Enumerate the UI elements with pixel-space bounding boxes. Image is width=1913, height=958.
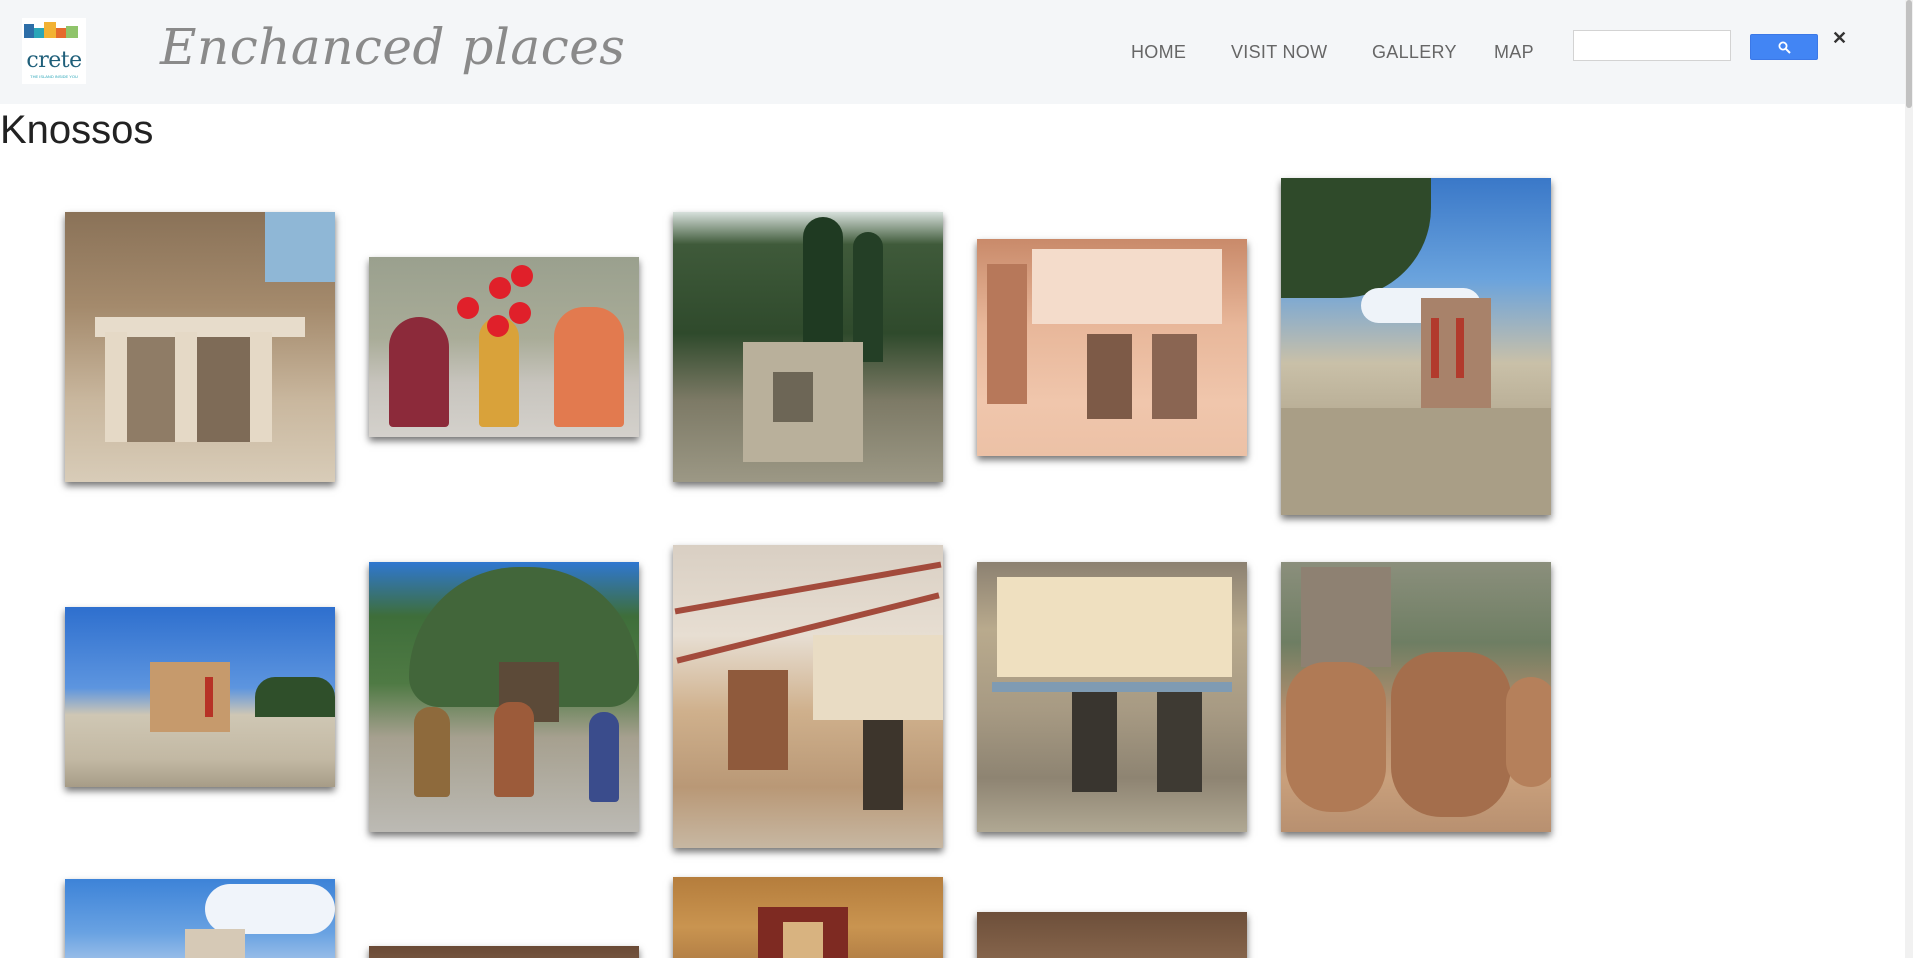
logo-word: crete — [26, 48, 82, 73]
image-ground — [1281, 408, 1551, 515]
image-dancer — [389, 317, 449, 427]
search-button[interactable] — [1750, 34, 1818, 60]
image-frieze — [992, 682, 1232, 692]
site-header: crete THE ISLAND INSIDE YOU Enchanced pl… — [0, 0, 1905, 104]
image-doorway — [863, 720, 903, 810]
image-pillar — [250, 332, 272, 442]
image-red-ball — [487, 315, 509, 337]
image-fresco — [1032, 249, 1222, 324]
logo-block-yellow — [44, 22, 56, 38]
image-red-ball — [457, 297, 479, 319]
logo-block-blue — [24, 24, 34, 38]
gallery-image-3[interactable] — [673, 212, 943, 482]
image-cloud — [205, 884, 335, 934]
image-doorway — [1072, 692, 1117, 792]
gallery-image-7[interactable] — [369, 562, 639, 832]
image-pillar — [175, 332, 197, 442]
image-red-ball — [511, 265, 533, 287]
gallery-image-8[interactable] — [673, 545, 943, 848]
search-input[interactable] — [1573, 30, 1731, 61]
image-red-ball — [489, 277, 511, 299]
image-performer — [414, 707, 450, 797]
image-doorway — [127, 337, 175, 442]
image-sky — [265, 212, 335, 282]
nav-map[interactable]: MAP — [1494, 42, 1534, 63]
gallery-image-11[interactable] — [65, 879, 335, 958]
image-pithos — [1506, 677, 1551, 787]
image-figure — [783, 922, 823, 958]
gallery-image-9[interactable] — [977, 562, 1247, 832]
image-red-column — [1456, 318, 1464, 378]
image-doorway — [1152, 334, 1197, 419]
nav-visit-now[interactable]: VISIT NOW — [1231, 42, 1327, 63]
gallery-image-10[interactable] — [1281, 562, 1551, 832]
image-trees — [255, 677, 335, 717]
image-red-column — [1431, 318, 1439, 378]
nav-home[interactable]: HOME — [1131, 42, 1186, 63]
image-ruin-window — [773, 372, 813, 422]
image-side-wall — [987, 264, 1027, 404]
image-pillar — [105, 332, 127, 442]
logo-block-orange — [56, 28, 66, 38]
gallery-image-1[interactable] — [65, 212, 335, 482]
image-ruin — [1301, 567, 1391, 667]
image-pithos — [1391, 652, 1511, 817]
image-doorway — [1087, 334, 1132, 419]
image-fresco — [813, 635, 943, 720]
logo-block-teal — [34, 28, 44, 38]
gallery-image-14[interactable] — [977, 912, 1247, 958]
site-brand[interactable]: Enchanced places — [160, 18, 625, 76]
logo-tagline: THE ISLAND INSIDE YOU — [30, 74, 78, 79]
logo-block-green — [66, 26, 78, 38]
scrollbar-track[interactable] — [1905, 0, 1913, 958]
image-doorway — [197, 337, 250, 442]
gallery-image-2[interactable] — [369, 257, 639, 437]
image-dancer — [554, 307, 624, 427]
gallery-image-6[interactable] — [65, 607, 335, 787]
gallery-image-13[interactable] — [673, 877, 943, 958]
gallery-image-4[interactable] — [977, 239, 1247, 456]
image-building — [150, 662, 230, 732]
gallery-image-5[interactable] — [1281, 178, 1551, 515]
image-building — [185, 929, 245, 958]
crete-logo[interactable]: crete THE ISLAND INSIDE YOU — [22, 18, 86, 84]
image-fresco — [997, 577, 1232, 677]
image-performer — [494, 702, 534, 797]
image-doorway — [1157, 692, 1202, 792]
gallery-image-12[interactable] — [369, 946, 639, 958]
nav-gallery[interactable]: GALLERY — [1372, 42, 1457, 63]
scrollbar-thumb[interactable] — [1906, 0, 1912, 108]
image-red-ball — [509, 302, 531, 324]
search-icon — [1778, 41, 1791, 54]
image-pithos — [1286, 662, 1386, 812]
clear-search-icon[interactable]: ✕ — [1832, 28, 1847, 49]
page-title: Knossos — [0, 108, 154, 152]
image-tree — [1281, 178, 1431, 298]
image-window — [728, 670, 788, 770]
image-red-column — [205, 677, 213, 717]
image-performer — [589, 712, 619, 802]
